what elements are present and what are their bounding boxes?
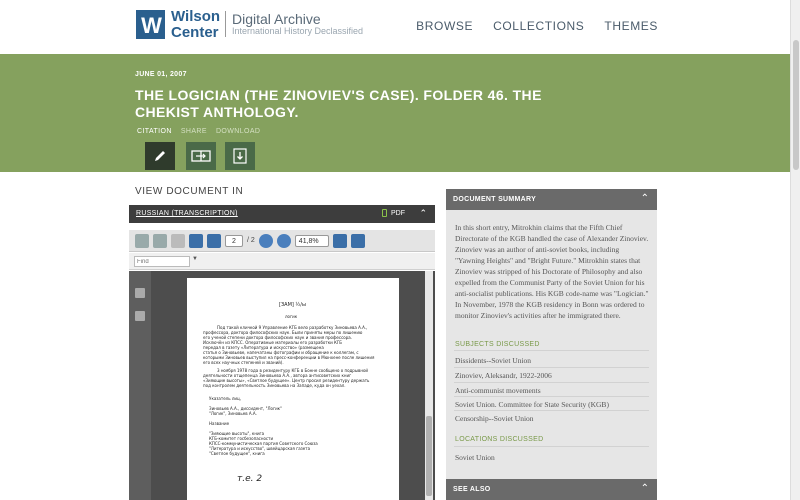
page-line: под контролем деятельность Зиновьева на …	[203, 383, 346, 388]
hand-tool-icon[interactable]	[171, 233, 185, 248]
page-line: его всех научных степеней и званий).	[203, 360, 284, 365]
page-title: логик	[285, 314, 298, 319]
pdf-icon	[382, 209, 387, 217]
page-line: Название	[209, 421, 230, 426]
subject-link[interactable]: Censorship--Soviet Union	[455, 414, 534, 423]
find-dropdown-icon[interactable]: ▼	[192, 256, 198, 262]
logo-name[interactable]: Wilson Center	[171, 8, 220, 41]
pdf-sidebar	[129, 271, 151, 500]
tab-download[interactable]: DOWNLOAD	[216, 128, 260, 135]
pages-thumbnail-icon[interactable]	[135, 288, 145, 298]
page-down-icon[interactable]	[207, 233, 221, 248]
zoom-in-icon[interactable]	[276, 233, 291, 248]
page-number-input[interactable]: 2	[225, 234, 243, 247]
page-line: Указатель лиц,	[209, 396, 242, 401]
print-icon[interactable]	[135, 233, 149, 248]
main-nav: BROWSE COLLECTIONS THEMES	[416, 19, 658, 33]
pdf-page: [ЗАМ] ½/ы логик Под такой кличкой 9 Упра…	[187, 278, 399, 500]
page-up-icon[interactable]	[189, 233, 203, 248]
save-icon[interactable]	[153, 233, 167, 248]
zoom-select[interactable]: 41,8%	[294, 234, 329, 247]
summary-text: In this short entry, Mitrokhin claims th…	[455, 223, 649, 320]
divider	[454, 446, 649, 447]
page-total: / 2	[247, 237, 255, 244]
location-link[interactable]: Soviet Union	[455, 453, 495, 462]
citation-button[interactable]	[145, 142, 175, 170]
viewer-header: RUSSIAN (TRANSCRIPTION) PDF ⌃	[129, 205, 435, 223]
locations-label: LOCATIONS DISCUSSED	[455, 436, 544, 443]
subject-link[interactable]: Anti-communist movements	[455, 386, 541, 395]
page-header: [ЗАМ] ½/ы	[279, 302, 306, 308]
nav-browse[interactable]: BROWSE	[416, 19, 473, 33]
download-icon	[233, 148, 247, 164]
divider	[454, 382, 649, 383]
find-bar: ▼	[129, 253, 435, 270]
subjects-label: SUBJECTS DISCUSSED	[455, 341, 540, 348]
nav-collections[interactable]: COLLECTIONS	[493, 19, 584, 33]
pdf-scrollbar[interactable]	[425, 271, 433, 500]
zoom-out-icon[interactable]	[258, 233, 273, 248]
document-header-band: JUNE 01, 2007 THE LOGICIAN (THE ZINOVIEV…	[0, 54, 790, 172]
site-subtitle: International History Declassified	[232, 26, 364, 36]
document-viewer-panel: RUSSIAN (TRANSCRIPTION) PDF ⌃ 2 / 2 41,8…	[129, 205, 435, 500]
view-document-heading: VIEW DOCUMENT IN	[135, 186, 244, 197]
pencil-icon	[155, 151, 165, 161]
subject-link[interactable]: Zinoviev, Aleksandr, 1922-2006	[455, 371, 552, 380]
document-date: JUNE 01, 2007	[135, 71, 187, 78]
bookmarks-icon[interactable]	[135, 311, 145, 321]
site-title[interactable]: Digital Archive	[232, 11, 321, 27]
see-also-header[interactable]: SEE ALSO ⌃	[446, 479, 657, 500]
document-summary-panel: DOCUMENT SUMMARY ⌃ In this short entry, M…	[446, 189, 657, 500]
share-icon	[191, 150, 211, 162]
language-tab-russian[interactable]: RUSSIAN (TRANSCRIPTION)	[136, 210, 238, 217]
download-button[interactable]	[225, 142, 255, 170]
share-button[interactable]	[186, 142, 216, 170]
divider	[454, 396, 649, 397]
document-title: THE LOGICIAN (THE ZINOVIEV'S CASE). FOLD…	[135, 87, 542, 120]
subject-link[interactable]: Dissidents--Soviet Union	[455, 356, 531, 365]
chevron-up-icon: ⌃	[640, 193, 649, 204]
tab-share[interactable]: SHARE	[181, 128, 207, 135]
logo-divider	[225, 11, 226, 37]
page-handwriting: т.е. 2	[237, 474, 263, 484]
divider	[454, 410, 649, 411]
nav-themes[interactable]: THEMES	[604, 19, 658, 33]
page-line: "Светлое будущее", книга	[209, 451, 265, 456]
divider	[454, 367, 649, 368]
find-input[interactable]	[134, 256, 190, 267]
site-header: W Wilson Center Digital Archive Internat…	[0, 0, 790, 54]
page-line: "Логик", Зиновьев А.А.	[209, 411, 257, 416]
chevron-up-icon[interactable]: ⌃	[419, 208, 427, 219]
pdf-toolbar: 2 / 2 41,8%	[129, 230, 435, 252]
subject-link[interactable]: Soviet Union. Committee for State Securi…	[455, 400, 609, 409]
fullscreen-icon[interactable]	[350, 233, 365, 248]
summary-header[interactable]: DOCUMENT SUMMARY ⌃	[446, 189, 657, 210]
page-scrollbar[interactable]	[790, 0, 800, 500]
chevron-up-icon: ⌃	[640, 483, 649, 494]
pdf-view-area: [ЗАМ] ½/ы логик Под такой кличкой 9 Упра…	[129, 271, 435, 500]
fit-page-icon[interactable]	[332, 233, 347, 248]
divider	[454, 350, 649, 351]
document-actions-tabs: CITATION SHARE DOWNLOAD	[137, 128, 260, 135]
tab-citation[interactable]: CITATION	[137, 128, 172, 135]
page: W Wilson Center Digital Archive Internat…	[0, 0, 800, 500]
pdf-format-link[interactable]: PDF	[382, 209, 405, 217]
wilson-center-logo-icon[interactable]: W	[136, 10, 165, 39]
